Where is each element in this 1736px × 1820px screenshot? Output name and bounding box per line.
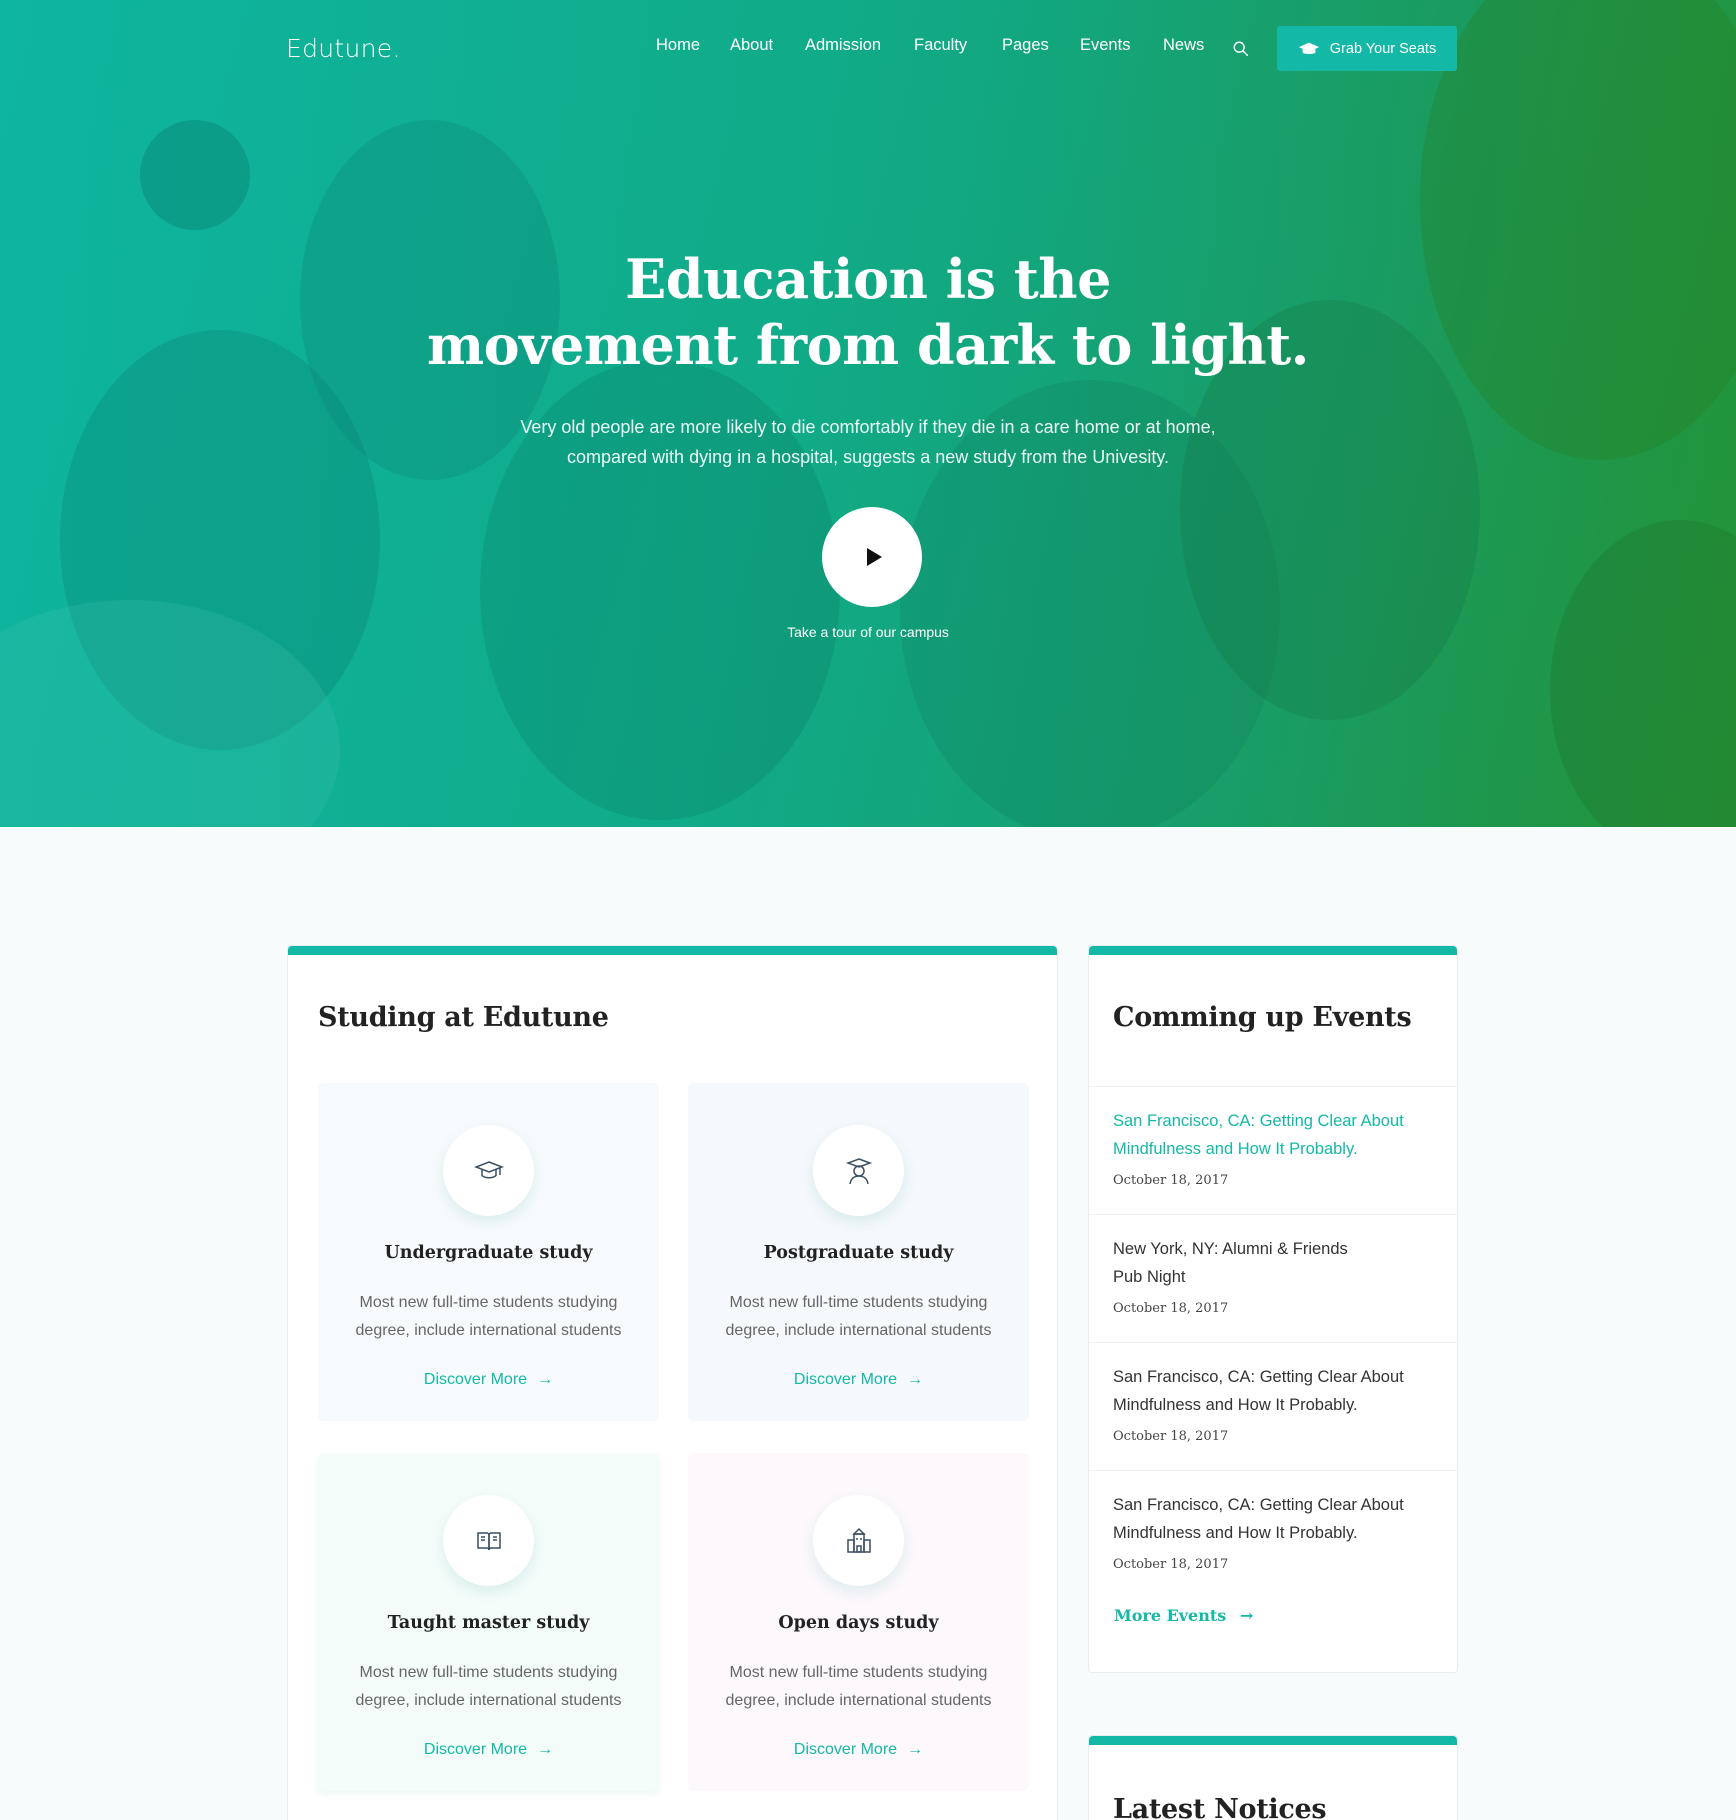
sidebar-accent-bar xyxy=(1089,1736,1457,1745)
study-card-postgraduate: Postgraduate study Most new full-time st… xyxy=(688,1083,1029,1421)
study-card-undergraduate: Undergraduate study Most new full-time s… xyxy=(318,1083,659,1421)
hero-subtitle: Very old people are more likely to die c… xyxy=(0,412,1736,472)
nav-events[interactable]: Events xyxy=(1080,36,1130,55)
discover-more-link[interactable]: Discover More → xyxy=(318,1371,659,1389)
arrow-right-icon: → xyxy=(537,1371,554,1388)
notices-title: Latest Notices xyxy=(1113,1794,1327,1820)
nav-news[interactable]: News xyxy=(1163,36,1204,55)
study-panel-title: Studing at Edutune xyxy=(318,1002,609,1033)
play-caption: Take a tour of our campus xyxy=(787,624,949,640)
hero-subtitle-line2: compared with dying in a hospital, sugge… xyxy=(567,447,1169,467)
hero-title-line2: movement from dark to light. xyxy=(427,313,1309,377)
more-events-link[interactable]: More Events → xyxy=(1114,1606,1253,1625)
hero-subtitle-line1: Very old people are more likely to die c… xyxy=(520,417,1216,437)
event-title[interactable]: San Francisco, CA: Getting Clear About M… xyxy=(1113,1107,1423,1163)
card-text: Most new full-time students studying deg… xyxy=(725,1664,992,1709)
event-item[interactable]: New York, NY: Alumni & Friends Pub Night… xyxy=(1089,1214,1457,1342)
discover-more-link[interactable]: Discover More → xyxy=(688,1741,1029,1759)
event-item[interactable]: San Francisco, CA: Getting Clear About M… xyxy=(1089,1470,1457,1598)
arrow-right-icon: → xyxy=(537,1741,554,1758)
open-book-icon xyxy=(476,1531,501,1550)
study-panel: Studing at Edutune Undergraduate study M… xyxy=(287,945,1058,1820)
graduation-cap-icon xyxy=(473,1160,504,1178)
card-title: Open days study xyxy=(778,1613,939,1633)
event-item[interactable]: San Francisco, CA: Getting Clear About M… xyxy=(1089,1342,1457,1470)
panel-accent-bar xyxy=(288,946,1057,955)
grab-your-seats-button[interactable]: Grab Your Seats xyxy=(1277,26,1457,71)
page: Edutune. Home About Admission Faculty Pa… xyxy=(0,0,1736,1820)
site-logo[interactable]: Edutune. xyxy=(286,34,401,63)
events-sidebar: Comming up Events San Francisco, CA: Get… xyxy=(1088,945,1458,1673)
nav-pages[interactable]: Pages xyxy=(1002,36,1049,55)
card-text: Most new full-time students studying deg… xyxy=(725,1294,992,1339)
play-video-button[interactable] xyxy=(822,507,922,607)
top-navigation: Edutune. Home About Admission Faculty Pa… xyxy=(0,0,1736,100)
nav-faculty[interactable]: Faculty xyxy=(914,36,967,55)
event-item[interactable]: San Francisco, CA: Getting Clear About M… xyxy=(1089,1086,1457,1214)
card-title: Postgraduate study xyxy=(763,1243,954,1263)
nav-about[interactable]: About xyxy=(730,36,773,55)
card-title: Taught master study xyxy=(387,1613,590,1633)
hero-title-line1: Education is the xyxy=(625,247,1111,311)
notices-sidebar: Latest Notices xyxy=(1088,1735,1458,1820)
event-date: October 18, 2017 xyxy=(1113,1301,1229,1316)
event-date: October 18, 2017 xyxy=(1113,1557,1229,1572)
event-date: October 18, 2017 xyxy=(1113,1173,1229,1188)
graduate-student-icon xyxy=(845,1157,872,1184)
card-text: Most new full-time students studying deg… xyxy=(355,1664,622,1709)
play-icon xyxy=(866,548,882,566)
discover-more-link[interactable]: Discover More → xyxy=(318,1741,659,1759)
study-card-open-days: Open days study Most new full-time stude… xyxy=(688,1453,1029,1791)
cta-label: Grab Your Seats xyxy=(1329,40,1437,57)
hero-section: Edutune. Home About Admission Faculty Pa… xyxy=(0,0,1736,827)
card-title: Undergraduate study xyxy=(384,1243,593,1263)
events-title: Comming up Events xyxy=(1113,1002,1412,1033)
search-icon[interactable] xyxy=(1232,40,1250,58)
arrow-right-icon: → xyxy=(907,1741,924,1758)
event-title[interactable]: San Francisco, CA: Getting Clear About M… xyxy=(1113,1491,1423,1547)
hero-title: Education is the movement from dark to l… xyxy=(0,246,1736,378)
card-text: Most new full-time students studying deg… xyxy=(355,1294,622,1339)
nav-home[interactable]: Home xyxy=(656,36,700,55)
arrow-right-icon: → xyxy=(1239,1606,1254,1625)
sidebar-accent-bar xyxy=(1089,946,1457,955)
arrow-right-icon: → xyxy=(907,1371,924,1388)
event-title[interactable]: San Francisco, CA: Getting Clear About M… xyxy=(1113,1363,1423,1419)
event-date: October 18, 2017 xyxy=(1113,1429,1229,1444)
study-card-taught-master: Taught master study Most new full-time s… xyxy=(318,1453,659,1791)
building-icon xyxy=(846,1527,871,1553)
nav-admission[interactable]: Admission xyxy=(805,36,881,55)
event-title[interactable]: New York, NY: Alumni & Friends Pub Night xyxy=(1113,1235,1423,1291)
discover-more-link[interactable]: Discover More → xyxy=(688,1371,1029,1389)
graduation-cap-icon xyxy=(1298,42,1319,54)
